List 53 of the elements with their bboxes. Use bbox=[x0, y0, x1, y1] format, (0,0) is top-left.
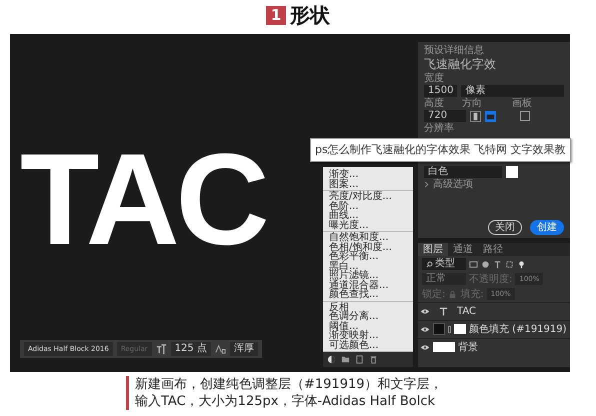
opacity-label: 不透明度: bbox=[469, 274, 512, 284]
layer-name: 颜色填充 (#191919) bbox=[469, 324, 567, 334]
menu-item[interactable]: 照片滤镜... bbox=[323, 271, 413, 280]
create-button[interactable]: 创建 bbox=[530, 220, 564, 235]
filter-dropdown[interactable]: 类型 bbox=[422, 258, 466, 270]
field-label: 高度 bbox=[424, 98, 445, 109]
layer-row[interactable]: 背景 bbox=[418, 338, 570, 355]
menu-item[interactable]: 色相/饱和度... bbox=[323, 242, 413, 252]
menu-item[interactable]: 反相 bbox=[323, 302, 413, 312]
blend-mode-dropdown[interactable]: 正常 bbox=[422, 273, 466, 285]
menu-item[interactable]: 渐变映射... bbox=[323, 331, 413, 340]
antialias-dropdown[interactable]: 浑厚 bbox=[230, 342, 258, 356]
menu-item[interactable]: 可选颜色... bbox=[323, 340, 413, 350]
layer-name: 背景 bbox=[458, 342, 478, 352]
field-label: 宽度 bbox=[424, 73, 445, 84]
size-dropdown[interactable]: 125 点 bbox=[170, 342, 211, 356]
layer-row[interactable]: TAC bbox=[418, 302, 570, 319]
menu-item[interactable]: 图案... bbox=[323, 180, 413, 189]
menu-item[interactable]: 亮度/对比度... bbox=[323, 192, 413, 202]
menu-item[interactable]: 阈值... bbox=[323, 322, 413, 331]
menu-item[interactable]: 自然饱和度... bbox=[323, 233, 413, 242]
menu-item[interactable]: 通道混合器... bbox=[323, 280, 413, 290]
layer-row[interactable]: 颜色填充 (#191919) bbox=[418, 320, 570, 337]
canvas-text: TAC bbox=[20, 139, 266, 259]
layer-name: TAC bbox=[457, 306, 476, 316]
caption-text: 新建画布，创建纯色调整层（#191919）和文字层，输入TAC，大小为125px，字体-Adidas Half Bolck bbox=[126, 376, 453, 410]
menu-item[interactable]: 色阶... bbox=[323, 202, 413, 211]
field-label: 分辨率 bbox=[424, 123, 455, 134]
menu-item[interactable]: 渐变... bbox=[323, 170, 413, 180]
background-dropdown[interactable]: 白色 bbox=[424, 166, 502, 178]
menu-item[interactable]: 曲线... bbox=[323, 211, 413, 220]
document-name: 飞速融化字效 bbox=[424, 57, 497, 72]
section-title: 形状 bbox=[290, 2, 330, 28]
close-button[interactable]: 关闭 bbox=[488, 220, 522, 235]
panel-tab[interactable]: 通道 bbox=[448, 243, 478, 256]
menu-item[interactable]: 曝光度... bbox=[323, 220, 413, 230]
field-label: 画板 bbox=[512, 98, 532, 109]
panel-tab[interactable]: 路径 bbox=[478, 243, 508, 256]
tooltip: ps怎么制作飞速融化的字体效果 飞特网 文字效果教 bbox=[310, 138, 571, 162]
panel-tab[interactable]: 图层 bbox=[418, 243, 448, 256]
step-number: 1 bbox=[266, 6, 286, 24]
field-label: 方向 bbox=[462, 98, 483, 109]
advanced-options-toggle[interactable]: 高级选项 bbox=[433, 179, 473, 190]
section-label: 预设详细信息 bbox=[424, 45, 485, 56]
menu-item[interactable]: 黑白... bbox=[323, 262, 413, 271]
menu-item[interactable]: 颜色查找... bbox=[323, 290, 413, 300]
height-field[interactable]: 720 bbox=[424, 110, 466, 122]
lock-label: 锁定: bbox=[422, 288, 446, 300]
width-field[interactable]: 1500 bbox=[424, 85, 458, 97]
unit-dropdown[interactable]: 像素 bbox=[461, 85, 564, 97]
menu-item[interactable]: 色彩平衡... bbox=[323, 252, 413, 262]
menu-item[interactable]: 色调分离... bbox=[323, 312, 413, 322]
fill-label: 填充: bbox=[460, 288, 484, 300]
